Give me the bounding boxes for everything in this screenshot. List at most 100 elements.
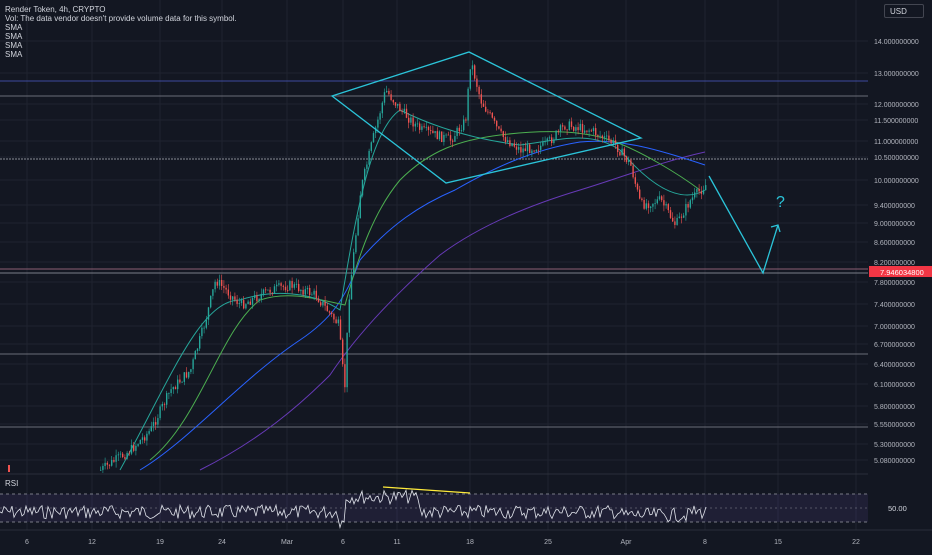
candle-body [313,290,315,295]
diamond-pattern-drawing[interactable] [330,51,643,184]
candle-body [419,123,421,130]
candle-body [388,90,390,95]
sma-label-2[interactable]: SMA [5,32,237,41]
candle-body [304,289,306,295]
candle-body [529,144,531,154]
candle-body [509,140,511,146]
volume-note: Vol: The data vendor doesn't provide vol… [5,14,237,23]
candle-body [350,275,353,300]
candle-body [524,148,526,152]
candle-body [342,339,344,365]
candle-body [702,190,705,194]
candle-body [190,369,192,372]
candle-body [513,143,515,147]
time-axis[interactable]: 6 12 19 24 Mar 6 11 18 25 Apr 8 15 22 [25,539,860,546]
candle-body [654,203,656,204]
candle-body [628,160,630,162]
candle-body [421,126,423,130]
sma-label-4[interactable]: SMA [5,50,237,59]
price-tick-label: 11.000000000 [874,139,918,146]
candle-body [595,128,597,136]
candle-body [487,111,489,113]
candle-body [295,283,298,285]
candle-body [210,295,212,308]
candle-body [251,297,254,305]
candle-body [227,289,229,296]
chart-area[interactable]: ? 14.000000000 13.000000000 12.000000000 11… [0,0,932,550]
candle-body [225,287,227,290]
rsi-pane-label[interactable]: RSI [5,479,18,488]
candle-body [617,144,619,152]
candle-body [177,379,179,390]
candle-body [630,160,632,166]
candle-body [562,125,564,127]
candle-body [335,319,337,324]
candle-body [262,289,265,294]
candle-body [232,296,234,300]
symbol-title[interactable]: Render Token, 4h, CRYPTO [5,5,237,14]
candle-body [683,215,685,218]
candle-body [603,136,606,138]
candle-body [623,148,625,157]
candle-body [298,283,300,292]
candle-body [535,149,537,152]
support-resistance-lines[interactable] [0,80,868,428]
price-tick-label: 7.800000000 [874,280,915,287]
chart-legend: Render Token, 4h, CRYPTO Vol: The data v… [5,5,237,59]
currency-button[interactable]: USD [884,4,924,18]
candle-body [170,389,172,394]
candle-body [641,198,643,200]
candle-body [438,131,441,140]
price-tick-label: 12.000000000 [874,102,919,109]
candle-body [485,106,487,112]
candle-body [500,128,502,132]
sma-slow-line [199,151,706,471]
price-chart-svg[interactable]: ? 14.000000000 13.000000000 12.000000000 11… [0,0,932,550]
candle-body [168,393,170,394]
candle-body [559,125,562,132]
candle-body [339,319,342,340]
candle-body [172,387,174,390]
candle-body [685,204,687,216]
candle-body [652,203,654,207]
candle-body [696,188,698,193]
candle-body [148,431,150,434]
candle-body [344,364,346,388]
candle-body [639,189,641,199]
candle-body [291,281,293,288]
candle-body [478,86,480,95]
price-tick-label: 5.080000000 [874,458,915,465]
price-axis[interactable]: 14.000000000 13.000000000 12.000000000 11.5… [874,39,919,465]
candle-body [408,117,410,123]
candle-body [383,92,386,103]
candle-body [113,460,115,462]
candle-body [597,135,599,137]
candle-body [496,120,498,127]
candle-body [687,204,689,208]
candle-body [443,135,445,142]
candle-body [282,285,284,287]
candle-body [333,313,335,320]
time-tick-label: Mar [281,539,294,546]
candle-body [515,146,518,150]
sma-label-1[interactable]: SMA [5,23,237,32]
candle-body [278,283,280,285]
candle-body [293,284,295,288]
candle-body [520,147,522,153]
candle-body [410,117,412,123]
candle-body [480,94,482,104]
candle-body [245,304,247,309]
candle-body [331,312,333,314]
candle-body [249,301,251,305]
projection-arrow-path[interactable] [708,175,779,275]
candle-body [570,121,573,127]
candle-body [377,119,379,128]
candle-body [161,403,163,407]
candle-body [672,217,674,222]
sma-label-3[interactable]: SMA [5,41,237,50]
candle-body [194,351,196,360]
time-tick-label: Apr [621,539,633,546]
price-tick-label: 11.500000000 [874,118,918,125]
candle-body [658,196,661,200]
candle-body [694,192,696,198]
